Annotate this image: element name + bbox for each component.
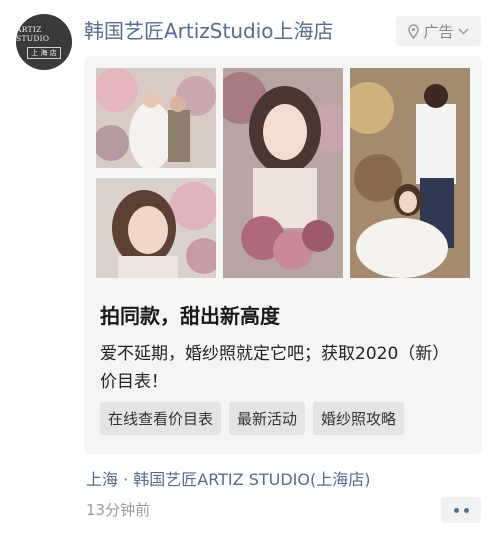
tag-latest-events[interactable]: 最新活动 — [229, 402, 306, 435]
ad-label: 广告 — [423, 22, 454, 41]
avatar-store-text: 上 海 店 — [27, 47, 61, 59]
more-dots-icon[interactable] — [441, 497, 481, 523]
tag-price-list[interactable]: 在线查看价目表 — [100, 402, 222, 435]
ad-card[interactable]: 拍同款，甜出新高度 爱不延期，婚纱照就定它吧；获取2020（新）价目表！ 在线查… — [84, 56, 482, 454]
post-time: 13分钟前 — [86, 501, 151, 519]
avatar-brand-text: ARTIZ STUDIO — [16, 25, 50, 43]
avatar[interactable]: ARTIZ STUDIO 上 海 店 — [16, 14, 72, 70]
tag-photo-guide[interactable]: 婚纱照攻略 — [313, 402, 405, 435]
location-link[interactable]: 上海 · 韩国艺匠ARTIZ STUDIO(上海店) — [86, 466, 370, 490]
account-name[interactable]: 韩国艺匠ArtizStudio上海店 — [84, 15, 334, 44]
chevron-down-icon — [457, 27, 469, 35]
wedding-photo-3[interactable] — [223, 68, 343, 278]
wedding-photo-4[interactable] — [350, 68, 470, 278]
ad-badge[interactable]: 广告 — [396, 16, 481, 46]
wedding-photo-2[interactable] — [96, 178, 216, 278]
ad-description: 爱不延期，婚纱照就定它吧；获取2020（新）价目表！ — [100, 344, 450, 392]
location-pin-icon — [408, 23, 420, 39]
ad-headline: 拍同款，甜出新高度 — [100, 304, 280, 328]
wedding-photo-1[interactable] — [96, 68, 216, 168]
tag-list: 在线查看价目表 最新活动 婚纱照攻略 — [100, 402, 405, 435]
